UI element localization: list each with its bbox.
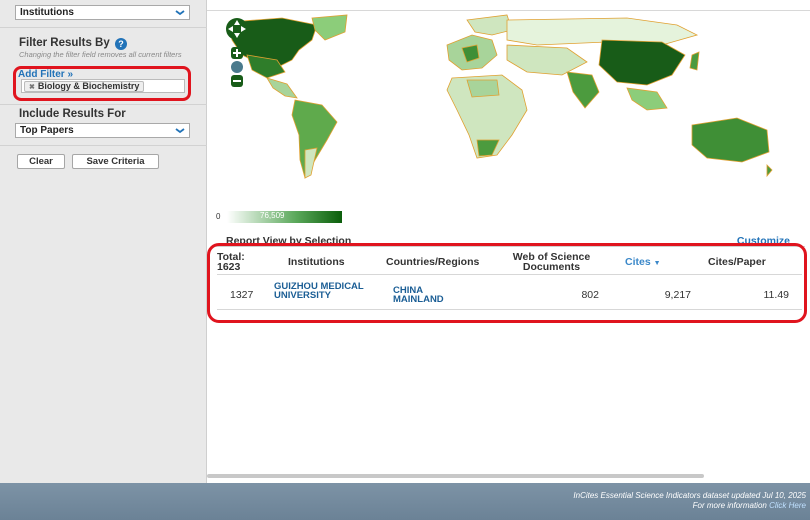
sidebar: Institutions Filter Results By ? Changin… — [0, 0, 207, 483]
filter-title-text: Filter Results By — [19, 37, 110, 49]
save-criteria-button[interactable]: Save Criteria — [72, 154, 159, 169]
footer-more-info: For more information — [692, 501, 767, 510]
divider — [0, 27, 207, 28]
legend-max-label: 76,509 — [260, 211, 285, 220]
filter-section-title: Filter Results By ? — [19, 37, 127, 50]
footer-dataset-updated: InCites Essential Science Indicators dat… — [573, 491, 806, 500]
legend-min-label: 0 — [216, 212, 221, 221]
highlight-filter-box — [13, 66, 191, 101]
entity-select[interactable]: Institutions — [15, 5, 190, 20]
highlight-table-box — [207, 243, 807, 323]
footer: InCites Essential Science Indicators dat… — [0, 483, 810, 520]
include-select-value: Top Papers — [20, 125, 74, 136]
globe-icon[interactable] — [231, 61, 243, 73]
world-map[interactable] — [207, 0, 810, 200]
include-select[interactable]: Top Papers — [15, 123, 190, 138]
map-controls[interactable] — [223, 17, 251, 89]
footer-text: InCites Essential Science Indicators dat… — [573, 491, 806, 511]
main-content: 0 76,509 Report View by Selection Custom… — [207, 0, 810, 483]
chevron-down-icon — [175, 10, 185, 16]
divider — [0, 104, 207, 105]
horizontal-scrollbar[interactable] — [207, 474, 704, 478]
include-section-title: Include Results For — [19, 108, 126, 120]
chevron-down-icon — [175, 128, 185, 134]
footer-click-here-link[interactable]: Click Here — [769, 501, 806, 510]
help-icon[interactable]: ? — [114, 38, 127, 50]
filter-hint: Changing the filter field removes all cu… — [19, 50, 182, 59]
entity-select-value: Institutions — [20, 7, 74, 18]
clear-button[interactable]: Clear — [17, 154, 65, 169]
legend-gradient — [227, 211, 342, 223]
divider — [0, 145, 207, 146]
